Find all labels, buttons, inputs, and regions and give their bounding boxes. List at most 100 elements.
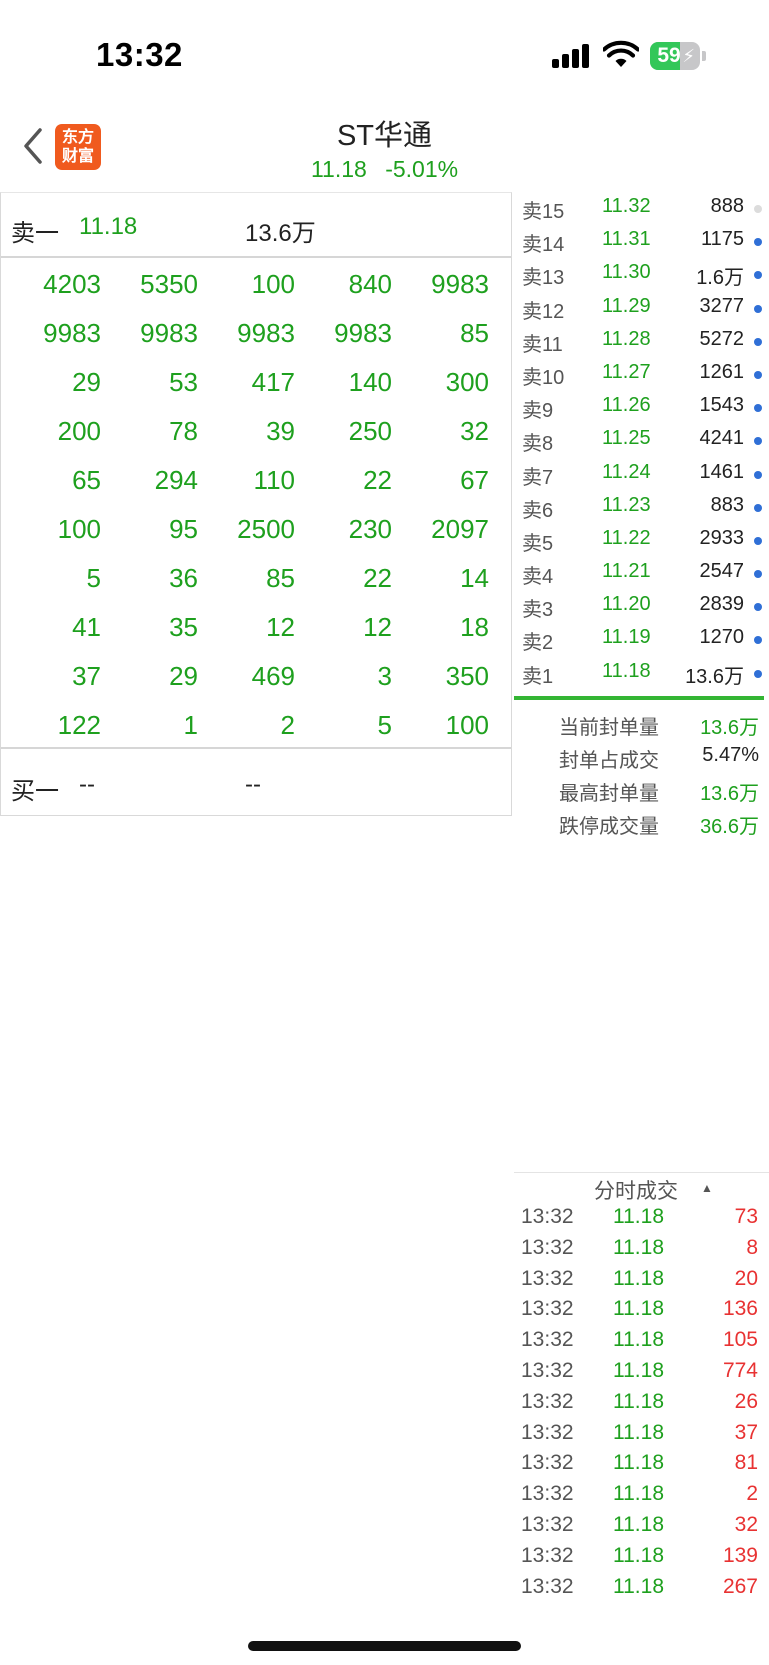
depth-level-label: 卖5 <box>522 532 554 555</box>
seal-stat-label: 最高封单量 <box>559 783 659 805</box>
status-dot-icon <box>754 370 762 379</box>
queue-order-volume: 110 <box>253 465 295 495</box>
queue-order-volume: 2500 <box>237 514 295 544</box>
depth-level-row[interactable]: 卖6 11.23 883 <box>514 489 769 522</box>
seal-stat-value: 5.47% <box>702 744 759 766</box>
queue-order-volume: 85 <box>460 318 489 348</box>
status-dot-icon <box>754 337 762 346</box>
queue-order-volume: 9983 <box>431 269 489 299</box>
status-dot-icon <box>754 304 762 313</box>
depth-level-volume: 1.6万 <box>696 267 744 290</box>
tick-trades-panel: 分时成交 ▲ 13:32 11.18 73 13:32 11.18 8 13:32 11.18… <box>514 1172 769 1602</box>
queue-order-volume: 5350 <box>140 269 198 299</box>
depth-level-price: 11.20 <box>602 593 651 616</box>
depth-level-row[interactable]: 卖4 11.21 2547 <box>514 555 769 588</box>
trade-row: 13:32 11.18 32 <box>514 1510 769 1541</box>
trade-price: 11.18 <box>613 1297 664 1321</box>
depth-level-row[interactable]: 卖8 11.25 4241 <box>514 422 769 455</box>
sort-up-icon[interactable]: ▲ <box>701 1181 713 1195</box>
queue-order-volume: 100 <box>445 710 489 740</box>
depth-level-row[interactable]: 卖15 11.32 888 <box>514 190 769 223</box>
trade-time: 13:32 <box>521 1297 574 1321</box>
depth-level-row[interactable]: 卖2 11.19 1270 <box>514 621 769 654</box>
sell-one-volume: 13.6万 <box>245 220 316 247</box>
queue-row: 200 78 39 250 32 <box>1 407 511 456</box>
queue-order-volume: 67 <box>460 465 489 495</box>
trade-volume: 267 <box>722 1574 758 1598</box>
status-dot-icon <box>754 570 762 579</box>
queue-order-volume: 41 <box>72 612 101 642</box>
seal-stat-row: 封单占成交 5.47% <box>514 741 769 774</box>
depth-level-row[interactable]: 卖9 11.26 1543 <box>514 389 769 422</box>
queue-order-volume: 140 <box>348 367 392 397</box>
depth-level-price: 11.22 <box>602 526 651 549</box>
trade-row: 13:32 11.18 267 <box>514 1572 769 1603</box>
trade-time: 13:32 <box>521 1235 574 1259</box>
tick-trades-list: 13:32 11.18 73 13:32 11.18 8 13:32 11.18 20 13:32… <box>514 1202 769 1602</box>
queue-order-volume: 12 <box>363 612 392 642</box>
trade-time: 13:32 <box>521 1328 574 1352</box>
queue-order-volume: 350 <box>445 661 489 691</box>
depth-level-row[interactable]: 卖13 11.30 1.6万 <box>514 256 769 289</box>
buy-one-price: -- <box>79 771 95 798</box>
depth-level-row[interactable]: 卖5 11.22 2933 <box>514 522 769 555</box>
depth-level-row[interactable]: 卖10 11.27 1261 <box>514 356 769 389</box>
depth-level-volume: 2933 <box>699 526 745 549</box>
depth-level-row[interactable]: 卖14 11.31 1175 <box>514 223 769 256</box>
trade-row: 13:32 11.18 774 <box>514 1356 769 1387</box>
depth-level-volume: 1461 <box>699 460 745 483</box>
queue-order-volume: 100 <box>251 269 295 299</box>
depth-level-label: 卖7 <box>522 466 554 489</box>
trade-row: 13:32 11.18 2 <box>514 1479 769 1510</box>
depth-level-price: 11.21 <box>602 560 651 583</box>
trade-price: 11.18 <box>613 1512 664 1536</box>
depth-level-volume: 1270 <box>699 626 745 649</box>
queue-order-volume: 14 <box>460 563 489 593</box>
queue-order-volume: 9983 <box>140 318 198 348</box>
depth-level-price: 11.30 <box>602 261 651 284</box>
seal-stats: 当前封单量 13.6万 封单占成交 5.47% 最高封单量 13.6万 跌停成交量 36.6万 <box>514 708 769 840</box>
trade-time: 13:32 <box>521 1358 574 1382</box>
depth-level-volume: 5272 <box>699 327 745 350</box>
depth-level-volume: 4241 <box>699 427 745 450</box>
trade-time: 13:32 <box>521 1543 574 1567</box>
queue-order-volume: 39 <box>266 416 295 446</box>
depth-level-volume: 2839 <box>699 593 745 616</box>
depth-level-row[interactable]: 卖12 11.29 3277 <box>514 290 769 323</box>
tick-trades-header[interactable]: 分时成交 ▲ <box>514 1172 769 1203</box>
depth-divider <box>514 696 764 700</box>
seal-stat-value: 36.6万 <box>700 816 759 838</box>
current-price: 11.18 <box>310 156 367 182</box>
sell-one-price: 11.18 <box>79 213 138 240</box>
depth-level-volume: 1175 <box>700 228 744 251</box>
trade-volume: 105 <box>722 1328 758 1352</box>
depth-level-label: 卖2 <box>522 632 554 655</box>
queue-order-volume: 9983 <box>237 318 295 348</box>
depth-level-row[interactable]: 卖11 11.28 5272 <box>514 323 769 356</box>
queue-row: 5 36 85 22 14 <box>1 554 511 603</box>
queue-order-volume: 5 <box>86 563 101 593</box>
trade-volume: 73 <box>734 1205 758 1228</box>
depth-level-row[interactable]: 卖7 11.24 1461 <box>514 456 769 489</box>
queue-row: 100 95 2500 230 2097 <box>1 505 511 554</box>
queue-order-volume: 9983 <box>334 318 392 348</box>
status-dot-icon <box>754 536 762 545</box>
depth-level-row[interactable]: 卖3 11.20 2839 <box>514 588 769 621</box>
depth-level-row[interactable]: 卖1 11.18 13.6万 <box>514 655 769 688</box>
queue-order-volume: 300 <box>445 367 489 397</box>
seal-stat-row: 当前封单量 13.6万 <box>514 708 769 741</box>
cellular-signal-icon <box>552 44 592 68</box>
trade-row: 13:32 11.18 20 <box>514 1264 769 1295</box>
trade-volume: 37 <box>734 1420 758 1444</box>
depth-level-price: 11.29 <box>602 294 651 317</box>
queue-order-volume: 65 <box>72 465 101 495</box>
buy-one-row: 买一 -- -- <box>1 747 511 815</box>
trade-time: 13:32 <box>521 1574 574 1598</box>
trade-volume: 2 <box>746 1482 758 1506</box>
queue-order-volume: 37 <box>72 661 101 691</box>
depth-level-price: 11.28 <box>602 327 651 350</box>
home-indicator[interactable] <box>248 1641 521 1651</box>
depth-level-price: 11.25 <box>602 427 651 450</box>
queue-order-volume: 4203 <box>43 269 101 299</box>
charging-bolt-icon: ⚡ <box>682 46 695 66</box>
